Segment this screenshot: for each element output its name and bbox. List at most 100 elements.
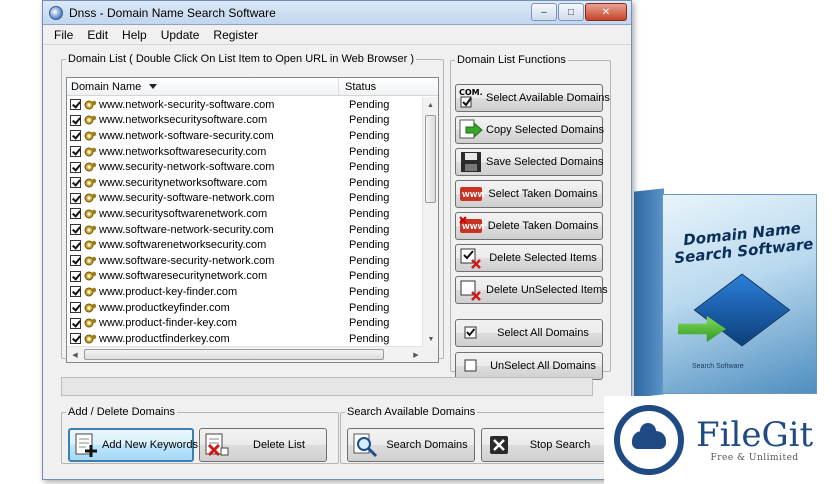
list-item[interactable]: www.product-finder-key.com Pending — [67, 315, 424, 331]
select-all-domains-label: Select All Domains — [497, 327, 589, 339]
checkbox-empty-icon — [456, 353, 486, 379]
menu-file[interactable]: File — [47, 28, 80, 42]
www-taken-icon: WWW — [456, 181, 486, 207]
row-checkbox[interactable] — [70, 114, 81, 126]
row-checkbox[interactable] — [70, 224, 81, 236]
row-checkbox[interactable] — [70, 161, 81, 173]
domain-name-cell: www.networksecuritysoftware.com — [99, 114, 268, 127]
status-cell: Pending — [349, 270, 390, 283]
scroll-down-icon[interactable]: ▼ — [423, 331, 438, 347]
menu-edit[interactable]: Edit — [80, 28, 115, 42]
scrollbar-corner — [422, 346, 438, 362]
row-checkbox[interactable] — [70, 286, 81, 298]
unselect-all-domains-button[interactable]: UnSelect All Domains — [455, 352, 603, 380]
row-checkbox[interactable] — [70, 317, 81, 329]
row-checkbox[interactable] — [70, 99, 81, 111]
domain-functions-legend: Domain List Functions — [457, 54, 566, 66]
scroll-up-icon[interactable]: ▲ — [423, 97, 438, 113]
add-document-icon — [72, 430, 102, 460]
menu-bar: File Edit Help Update Register — [43, 25, 631, 45]
list-item[interactable]: www.network-software-security.com Pending — [67, 128, 424, 144]
scroll-left-icon[interactable]: ◀ — [67, 351, 83, 359]
delete-list-button[interactable]: Delete List — [199, 428, 327, 462]
gear-icon — [84, 147, 97, 157]
list-item[interactable]: www.network-security-software.com Pending — [67, 97, 424, 113]
row-checkbox[interactable] — [70, 208, 81, 220]
com-checkbox-icon: COM. — [456, 85, 486, 111]
gear-icon — [84, 178, 97, 188]
box-side-panel — [634, 188, 664, 398]
delete-taken-domains-button[interactable]: WWW Delete Taken Domains — [455, 212, 603, 240]
row-checkbox[interactable] — [70, 270, 81, 282]
copy-selected-domains-button[interactable]: Copy Selected Domains — [455, 116, 604, 144]
delete-unselected-items-button[interactable]: Delete UnSelected Items — [455, 276, 608, 304]
search-legend: Search Available Domains — [347, 406, 476, 418]
minimize-button[interactable]: – — [531, 3, 557, 21]
vertical-scroll-thumb[interactable] — [425, 115, 436, 203]
gear-icon — [84, 193, 97, 203]
delete-unselected-icon — [456, 277, 486, 303]
row-checkbox[interactable] — [70, 255, 81, 267]
row-checkbox[interactable] — [70, 130, 81, 142]
menu-help[interactable]: Help — [115, 28, 154, 42]
list-item[interactable]: www.software-security-network.com Pending — [67, 253, 424, 269]
select-available-domains-button[interactable]: COM. Select Available Domains — [455, 84, 610, 112]
row-checkbox[interactable] — [70, 146, 81, 158]
list-item[interactable]: www.softwarenetworksecurity.com Pending — [67, 237, 424, 253]
save-selected-domains-button[interactable]: Save Selected Domains — [455, 148, 603, 176]
gear-icon — [84, 334, 97, 344]
status-cell: Pending — [349, 332, 390, 345]
filegit-badge: FileGit Free & Unlimited — [604, 396, 836, 484]
list-item[interactable]: www.networksoftwaresecurity.com Pending — [67, 144, 424, 160]
add-new-keywords-label: Add New Keywords — [102, 439, 198, 451]
list-rows: www.network-security-software.com Pending… — [67, 97, 424, 347]
delete-selected-items-button[interactable]: Delete Selected Items — [455, 244, 603, 272]
list-item[interactable]: www.security-network-software.com Pending — [67, 159, 424, 175]
vertical-scrollbar[interactable]: ▲ ▼ — [422, 97, 438, 347]
status-cell: Pending — [349, 254, 390, 267]
list-item[interactable]: www.securitysoftwarenetwork.com Pending — [67, 206, 424, 222]
list-item[interactable]: www.product-key-finder.com Pending — [67, 284, 424, 300]
list-item[interactable]: www.productfinderkey.com Pending — [67, 331, 424, 347]
main-window: Dnss - Domain Name Search Software – □ ✕… — [42, 0, 632, 480]
domain-list-group: Domain List ( Double Click On List Item … — [61, 53, 444, 363]
horizontal-scrollbar[interactable]: ◀ ▶ — [67, 346, 424, 362]
add-new-keywords-button[interactable]: Add New Keywords — [68, 428, 198, 462]
status-cell: Pending — [349, 207, 390, 220]
list-item[interactable]: www.productkeyfinder.com Pending — [67, 300, 424, 316]
search-domains-button[interactable]: Search Domains — [347, 428, 475, 462]
list-item[interactable]: www.security-software-network.com Pending — [67, 191, 424, 207]
domain-name-cell: www.software-network-security.com — [99, 223, 274, 236]
row-checkbox[interactable] — [70, 177, 81, 189]
row-checkbox[interactable] — [70, 239, 81, 251]
menu-update[interactable]: Update — [154, 28, 207, 42]
row-checkbox[interactable] — [70, 333, 81, 345]
close-button[interactable]: ✕ — [585, 3, 627, 21]
domain-listview[interactable]: Domain Name Status www.network-security-… — [66, 77, 439, 363]
title-bar[interactable]: Dnss - Domain Name Search Software – □ ✕ — [43, 1, 631, 25]
status-cell: Pending — [349, 223, 390, 236]
domain-name-cell: www.security-network-software.com — [99, 161, 275, 174]
stop-search-button[interactable]: Stop Search — [481, 428, 607, 462]
select-taken-domains-button[interactable]: WWW Select Taken Domains — [455, 180, 603, 208]
domain-name-cell: www.softwarenetworksecurity.com — [99, 239, 267, 252]
column-header-status[interactable]: Status — [339, 78, 438, 95]
save-disk-icon — [456, 149, 486, 175]
window-title: Dnss - Domain Name Search Software — [69, 5, 276, 20]
row-checkbox[interactable] — [70, 302, 81, 314]
select-all-domains-button[interactable]: Select All Domains — [455, 319, 603, 347]
menu-register[interactable]: Register — [206, 28, 265, 42]
list-item[interactable]: www.securitynetworksoftware.com Pending — [67, 175, 424, 191]
horizontal-scroll-thumb[interactable] — [84, 349, 384, 360]
row-checkbox[interactable] — [70, 192, 81, 204]
column-header-domain[interactable]: Domain Name — [67, 78, 339, 95]
list-item[interactable]: www.software-network-security.com Pending — [67, 222, 424, 238]
gear-icon — [84, 287, 97, 297]
status-cell: Pending — [349, 285, 390, 298]
delete-unselected-items-label: Delete UnSelected Items — [486, 284, 608, 296]
list-item[interactable]: www.networksecuritysoftware.com Pending — [67, 113, 424, 129]
status-cell: Pending — [349, 301, 390, 314]
maximize-button[interactable]: □ — [558, 3, 584, 21]
domain-name-cell: www.softwaresecuritynetwork.com — [99, 270, 268, 283]
list-item[interactable]: www.softwaresecuritynetwork.com Pending — [67, 269, 424, 285]
